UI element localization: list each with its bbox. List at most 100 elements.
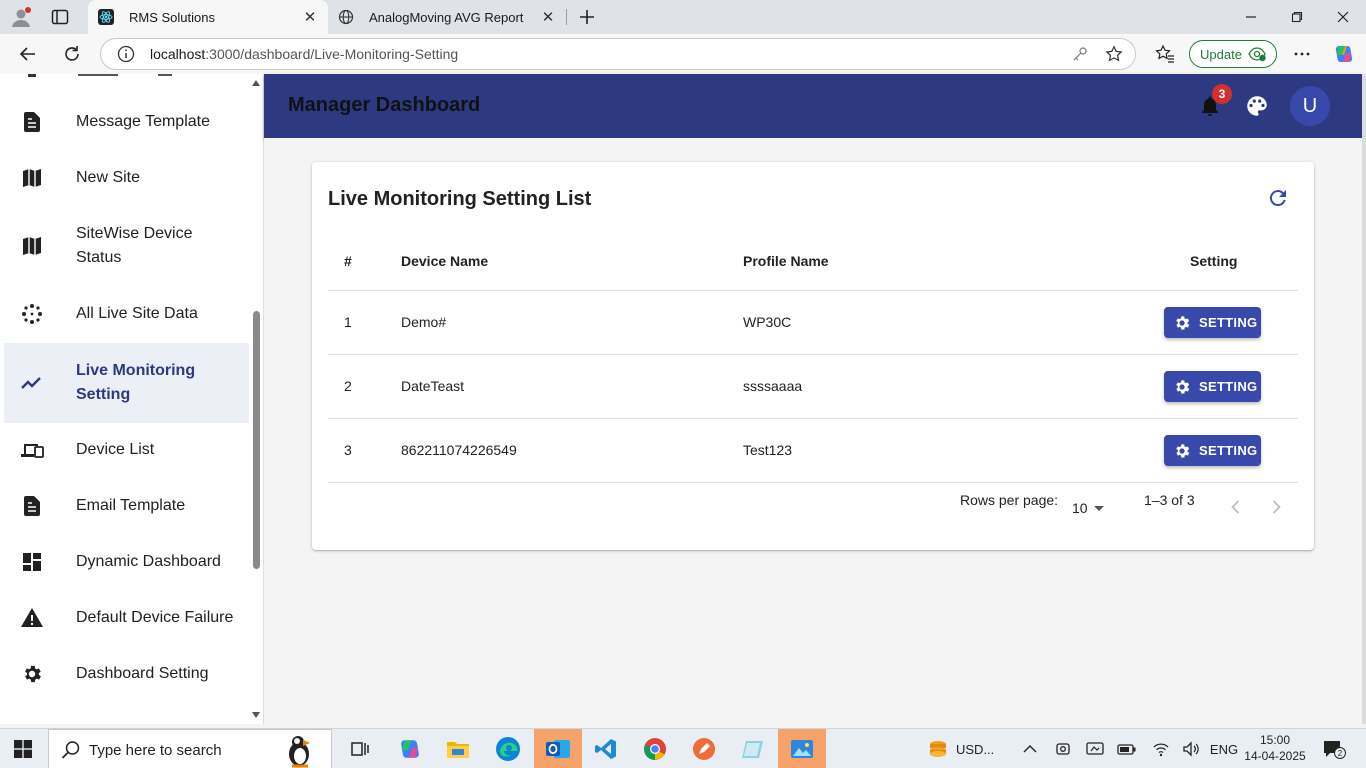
reload-button[interactable]	[58, 40, 86, 68]
row-index: 3	[344, 442, 352, 458]
refresh-icon[interactable]	[1266, 186, 1290, 210]
sidebar-item-dynamic-dashboard[interactable]: Dynamic Dashboard	[4, 538, 249, 586]
edge-browser-button[interactable]	[484, 729, 532, 768]
tray-app-icon[interactable]	[1052, 729, 1074, 768]
volume-tray-icon[interactable]	[1180, 729, 1202, 768]
key-icon[interactable]	[1067, 41, 1093, 67]
copilot-icon	[401, 740, 419, 758]
browser-tab-bar: RMS Solutions ✕ AnalogMoving AVG Report …	[0, 0, 1366, 34]
pagination-range: 1–3 of 3	[1144, 492, 1195, 508]
warning-icon	[20, 606, 44, 630]
profile-icon[interactable]	[10, 6, 32, 28]
plus-icon	[580, 10, 594, 24]
copilot-icon	[1335, 46, 1353, 62]
sidebar-item-dashboard-setting[interactable]: Dashboard Setting	[4, 650, 249, 698]
column-header-profile-name: Profile Name	[743, 253, 829, 269]
sidebar-item-device-list[interactable]: Device List	[4, 426, 249, 474]
sidebar-item-email-template[interactable]: Email Template	[4, 482, 249, 530]
sidebar-item-label: All Live Site Data	[76, 305, 198, 322]
palette-icon[interactable]	[1244, 93, 1270, 119]
sidebar-item-new-site[interactable]: New Site	[4, 154, 249, 202]
favorites-button[interactable]	[1151, 40, 1179, 68]
rows-per-page-select[interactable]: 10	[1072, 500, 1088, 516]
sidebar-item-label: Email Template	[76, 497, 186, 514]
tab-actions-icon[interactable]	[50, 7, 70, 27]
previous-page-icon[interactable]	[1226, 497, 1246, 517]
sidebar-scrollbar-thumb[interactable]	[253, 311, 260, 569]
address-bar[interactable]: localhost:3000/dashboard/Live-Monitoring…	[100, 38, 1136, 70]
update-button[interactable]: Update	[1189, 40, 1277, 68]
close-icon	[1337, 11, 1349, 23]
drawing-app-button[interactable]	[680, 729, 728, 768]
more-menu-button[interactable]	[1288, 40, 1316, 68]
scroll-up-arrow-icon[interactable]	[252, 80, 260, 86]
sidebar-item-default-device-failure[interactable]: Default Device Failure	[4, 594, 249, 642]
more-horizontal-icon	[1294, 52, 1310, 56]
tray-currency-icon[interactable]	[924, 729, 952, 768]
notifications-icon[interactable]: 2	[1322, 739, 1346, 759]
wifi-tray-icon[interactable]	[1150, 729, 1172, 768]
battery-tray-icon[interactable]	[1116, 729, 1138, 768]
setting-button[interactable]: SETTING	[1164, 371, 1261, 402]
file-explorer-button[interactable]	[434, 729, 482, 768]
tray-currency-label[interactable]: USD...	[956, 729, 1000, 768]
tab-title: RMS Solutions	[129, 9, 215, 25]
wifi-icon	[1153, 743, 1169, 757]
volume-icon	[1183, 741, 1199, 757]
photos-app-button[interactable]	[778, 729, 826, 768]
copilot-taskbar-button[interactable]	[386, 729, 434, 768]
avatar[interactable]: U	[1290, 86, 1330, 126]
paint-app-button[interactable]	[729, 729, 777, 768]
restore-icon	[1291, 11, 1303, 23]
clock-date: 14-04-2025	[1244, 749, 1306, 763]
taskbar-clock[interactable]: 15:00 14-04-2025	[1240, 732, 1310, 764]
sidebar-item-all-live-site-data[interactable]: All Live Site Data	[4, 290, 249, 338]
tab-rms-solutions[interactable]: RMS Solutions ✕	[88, 0, 328, 34]
restore-button[interactable]	[1274, 0, 1320, 34]
notification-count: 2	[1338, 749, 1343, 758]
sidebar-item-label: Dynamic Dashboard	[76, 553, 221, 570]
card-title: Live Monitoring Setting List	[328, 188, 592, 210]
tray-app-icon[interactable]	[1084, 729, 1106, 768]
close-tab-icon[interactable]: ✕	[298, 5, 322, 29]
close-tab-icon[interactable]: ✕	[536, 5, 560, 29]
vscode-button[interactable]	[582, 729, 630, 768]
arrow-left-icon	[19, 47, 35, 61]
close-window-button[interactable]	[1320, 0, 1366, 34]
chevron-down-icon[interactable]	[1094, 506, 1104, 511]
scroll-down-arrow-icon[interactable]	[252, 712, 260, 718]
chrome-button[interactable]	[631, 729, 679, 768]
setting-button[interactable]: SETTING	[1164, 435, 1261, 466]
sidebar-nav: Message Template New Site SiteWise Devic…	[0, 74, 264, 724]
sidebar-item-sitewise-device-status[interactable]: SiteWise Device Status	[4, 210, 249, 282]
task-view-button[interactable]	[336, 729, 384, 768]
scatter-dots-icon	[20, 302, 44, 326]
sidebar-item-live-monitoring-setting[interactable]: Live Monitoring Setting	[4, 343, 249, 423]
favorite-star-icon[interactable]	[1101, 41, 1127, 67]
profile-name: ssssaaaa	[743, 378, 803, 394]
search-icon	[61, 741, 80, 759]
outlook-button[interactable]	[534, 729, 582, 768]
site-info-icon[interactable]	[117, 45, 135, 63]
tab-analogmoving-report[interactable]: AnalogMoving AVG Report ✕	[328, 0, 566, 34]
description-icon	[20, 494, 44, 518]
favorites-icon	[1155, 44, 1174, 63]
minimize-button[interactable]	[1228, 0, 1274, 34]
windows-start-icon[interactable]	[14, 740, 32, 758]
back-button[interactable]	[14, 40, 42, 68]
show-hidden-icons-button[interactable]	[1020, 729, 1040, 768]
search-placeholder: Type here to search	[89, 742, 222, 759]
new-tab-button[interactable]	[574, 4, 600, 30]
table-row: 2 DateTeast ssssaaaa SETTING	[328, 355, 1298, 419]
pen-app-icon	[693, 738, 715, 760]
next-page-icon[interactable]	[1266, 497, 1286, 517]
vscode-icon	[595, 739, 616, 759]
setting-button[interactable]: SETTING	[1164, 307, 1261, 338]
sidebar-item-message-template[interactable]: Message Template	[4, 98, 249, 146]
language-indicator[interactable]: ENG	[1208, 729, 1240, 768]
taskbar-search-box[interactable]: Type here to search	[48, 729, 332, 768]
paint-icon	[742, 741, 763, 758]
trending-up-icon	[20, 371, 44, 395]
update-icon	[1248, 47, 1266, 62]
copilot-button[interactable]	[1330, 40, 1358, 68]
